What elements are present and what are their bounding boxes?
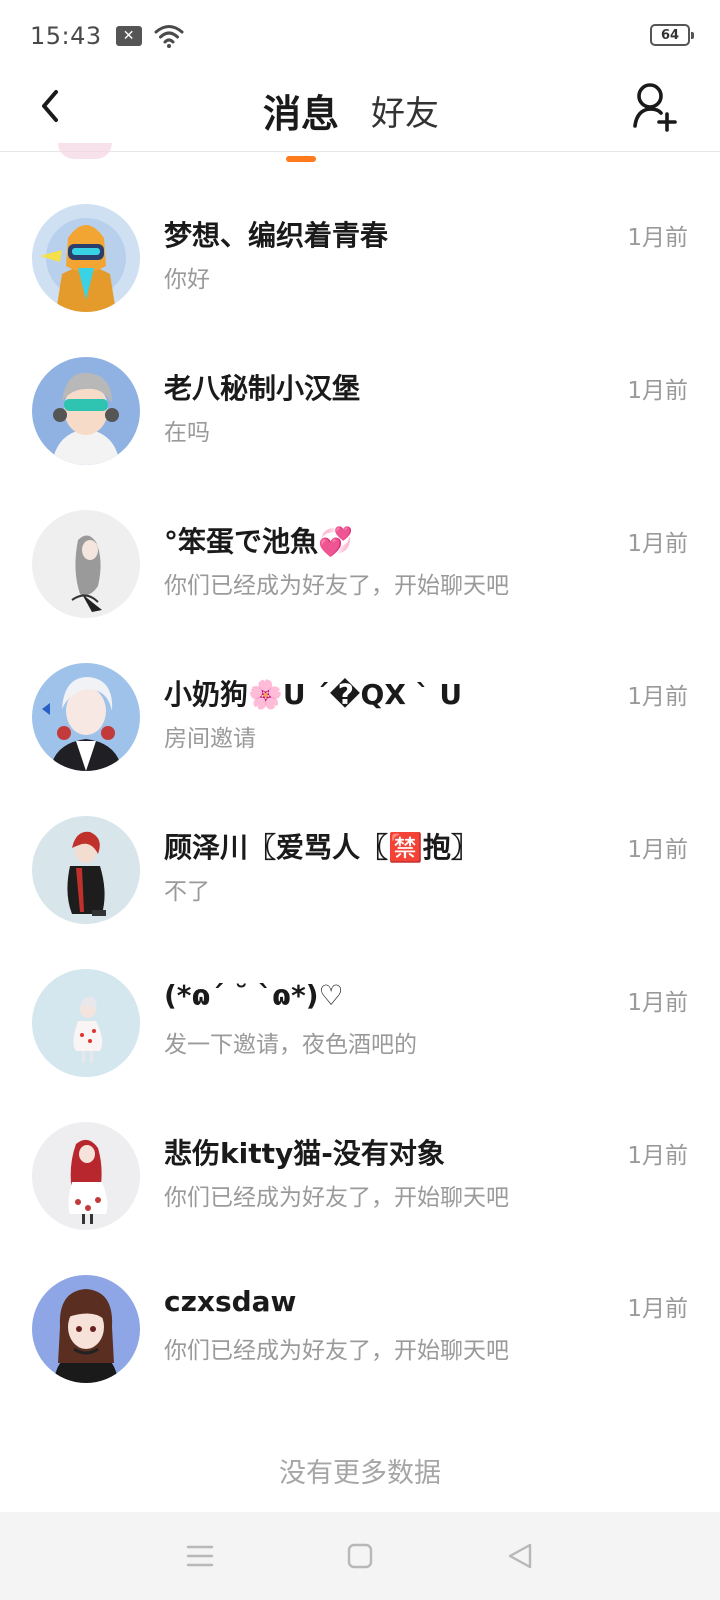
wifi-icon — [154, 25, 184, 48]
avatar — [32, 816, 140, 924]
list-item[interactable]: 梦想、编织着青春 你好 1月前 — [0, 204, 720, 354]
list-item[interactable]: 悲伤kitty猫-没有对象 你们已经成为好友了，开始聊天吧 1月前 — [0, 1122, 720, 1272]
tab-messages[interactable]: 消息 — [263, 83, 339, 142]
battery-level: 64 — [660, 27, 680, 43]
header: 消息 好友 — [0, 72, 720, 152]
avatar — [32, 663, 140, 771]
battery-icon: 64 — [650, 24, 694, 46]
message-preview: 不了 — [164, 879, 210, 905]
partial-avatar — [58, 143, 112, 159]
list-item[interactable]: 顾泽川〖爱骂人〖🈲抱〗 不了 1月前 — [0, 816, 720, 966]
message-preview: 发一下邀请，夜色酒吧的 — [164, 1032, 417, 1058]
home-button[interactable] — [340, 1536, 380, 1576]
list-item[interactable]: czxsdaw 你们已经成为好友了，开始聊天吧 1月前 — [0, 1275, 720, 1425]
list-item[interactable]: 老八秘制小汉堡 在吗 1月前 — [0, 357, 720, 507]
status-time: 15:43 — [30, 22, 102, 50]
avatar — [32, 204, 140, 312]
list-item[interactable]: °笨蛋で池魚💞 你们已经成为好友了，开始聊天吧 1月前 — [0, 510, 720, 660]
status-bar: 15:43 ✕ 64 — [0, 0, 720, 72]
message-time: 1月前 — [627, 531, 688, 557]
add-friend-button[interactable] — [628, 76, 684, 136]
tab-bar: 消息 好友 — [0, 72, 720, 152]
menu-button[interactable] — [180, 1536, 220, 1576]
message-preview: 你好 — [164, 267, 210, 293]
contact-name: (*ɷ´ ˘ `ɷ*)♡ — [164, 979, 344, 1012]
avatar — [32, 1122, 140, 1230]
contact-name: 老八秘制小汉堡 — [164, 372, 361, 405]
triangle-back-icon — [508, 1543, 532, 1569]
avatar — [32, 1275, 140, 1383]
list-item[interactable]: 小奶狗🌸U ´�QX ` U 房间邀请 1月前 — [0, 663, 720, 813]
message-preview: 房间邀请 — [164, 726, 256, 752]
contact-name: czxsdaw — [164, 1285, 297, 1318]
message-time: 1月前 — [627, 378, 688, 404]
message-preview: 你们已经成为好友了，开始聊天吧 — [164, 1185, 509, 1211]
message-preview: 在吗 — [164, 420, 210, 446]
message-time: 1月前 — [627, 684, 688, 710]
notification-icon: ✕ — [115, 26, 142, 46]
contact-name: 悲伤kitty猫-没有对象 — [164, 1137, 445, 1170]
list-item[interactable]: (*ɷ´ ˘ `ɷ*)♡ 发一下邀请，夜色酒吧的 1月前 — [0, 969, 720, 1119]
message-time: 1月前 — [627, 225, 688, 251]
no-more-data-label: 没有更多数据 — [279, 1458, 441, 1489]
message-time: 1月前 — [627, 837, 688, 863]
contact-name: 顾泽川〖爱骂人〖🈲抱〗 — [164, 831, 479, 864]
message-preview: 你们已经成为好友了，开始聊天吧 — [164, 1338, 509, 1364]
contact-name: 小奶狗🌸U ´�QX ` U — [164, 678, 463, 711]
contact-name: °笨蛋で池魚💞 — [164, 525, 353, 558]
system-nav-bar — [0, 1512, 720, 1600]
avatar — [32, 969, 140, 1077]
back-nav-button[interactable] — [500, 1536, 540, 1576]
avatar — [32, 510, 140, 618]
square-icon — [347, 1543, 373, 1569]
message-time: 1月前 — [627, 1296, 688, 1322]
tab-friends[interactable]: 好友 — [371, 86, 439, 139]
add-user-icon — [633, 83, 677, 132]
message-time: 1月前 — [627, 990, 688, 1016]
menu-icon — [186, 1545, 214, 1567]
message-time: 1月前 — [627, 1143, 688, 1169]
message-preview: 你们已经成为好友了，开始聊天吧 — [164, 573, 509, 599]
avatar — [32, 357, 140, 465]
contact-name: 梦想、编织着青春 — [164, 219, 389, 252]
